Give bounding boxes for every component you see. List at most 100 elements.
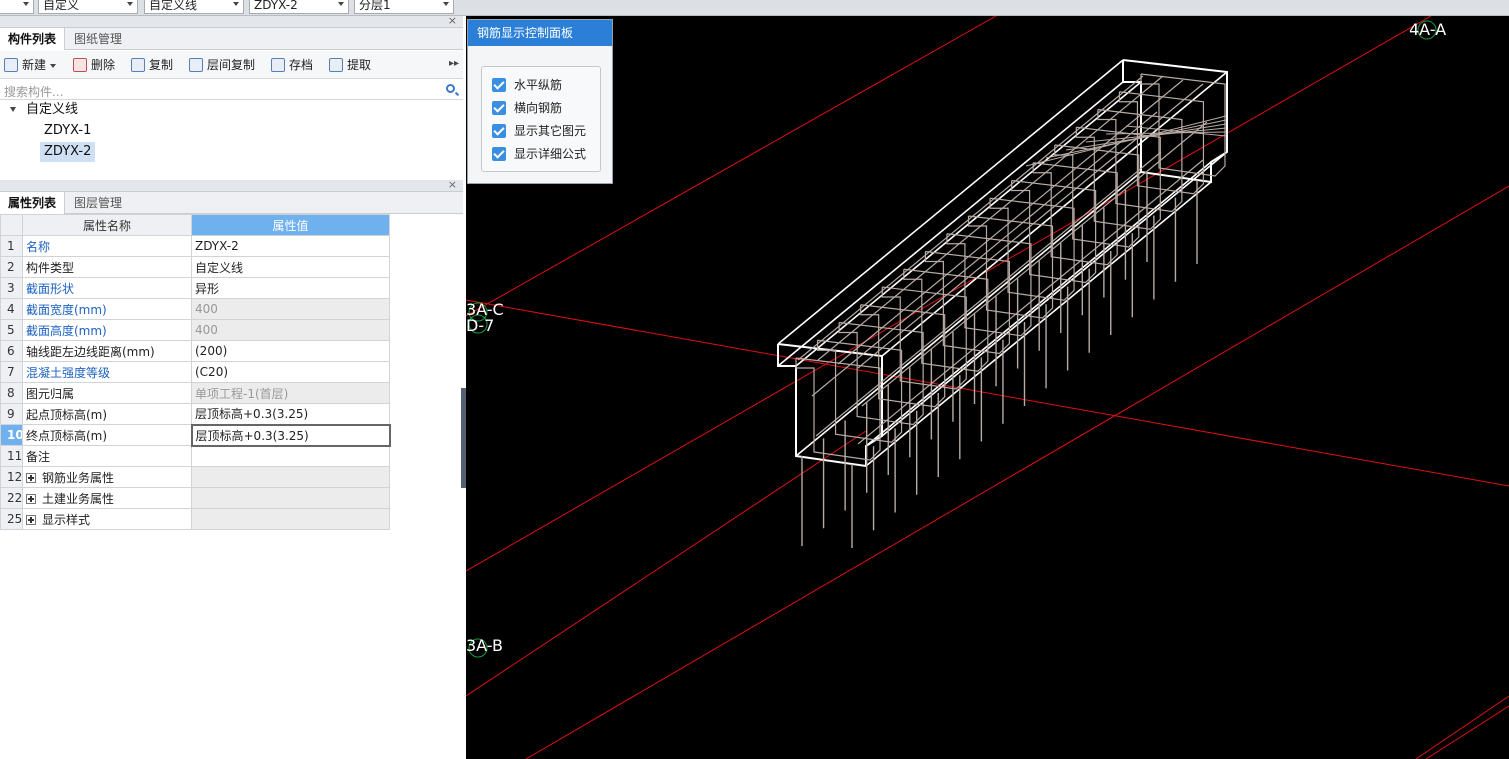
search-icon[interactable]	[446, 84, 455, 93]
property-value-editing[interactable]: 层顶标高+0.3(3.25)	[190, 423, 391, 447]
table-row[interactable]: 25 显示样式	[0, 508, 390, 530]
tab-component-list[interactable]: 构件列表	[0, 28, 66, 50]
table-row[interactable]: 5 截面高度(mm) 400	[0, 319, 390, 341]
more-icon[interactable]: ▸▸	[449, 58, 459, 69]
checkbox-checked-icon[interactable]	[492, 147, 506, 161]
checkbox-checked-icon[interactable]	[492, 78, 506, 92]
property-group[interactable]: 土建业务属性	[22, 487, 192, 509]
property-group-label: 钢筋业务属性	[42, 470, 115, 485]
table-row[interactable]: 11 备注	[0, 445, 390, 467]
close-icon[interactable]: ×	[448, 178, 457, 191]
delete-button[interactable]: 删除	[73, 57, 115, 73]
checkbox-show-detailed-formula[interactable]: 显示详细公式	[492, 145, 586, 163]
table-row[interactable]: 10 终点顶标高(m) 层顶标高+0.3(3.25)	[0, 423, 391, 447]
row-number: 25	[0, 508, 23, 530]
header-property-name[interactable]: 属性名称	[22, 214, 192, 236]
expand-plus-icon[interactable]	[26, 515, 36, 525]
property-name: 截面宽度(mm)	[22, 298, 192, 320]
copy-button-label: 复制	[149, 58, 174, 72]
combo-component[interactable]: ZDYX-2	[249, 0, 349, 14]
row-number: 22	[0, 487, 23, 509]
property-group-label: 显示样式	[42, 512, 91, 527]
extract-button[interactable]: 提取	[329, 57, 371, 73]
table-row[interactable]: 4 截面宽度(mm) 400	[0, 298, 390, 320]
property-value[interactable]: 层顶标高+0.3(3.25)	[191, 403, 390, 425]
checkbox-transverse-rebar[interactable]: 横向钢筋	[492, 99, 562, 117]
close-icon[interactable]: ×	[448, 14, 457, 27]
row-number: 9	[0, 403, 23, 425]
beam-edge	[881, 151, 1228, 437]
combo-type-label: 自定义线	[149, 0, 198, 12]
expand-triangle-icon[interactable]	[10, 107, 16, 112]
table-row[interactable]: 22 土建业务属性	[0, 487, 390, 509]
3d-viewport[interactable]: 4A-A 3A-C D-7 3A-B 钢筋显示控制面板 水平纵筋 横向钢筋 显示…	[466, 16, 1509, 759]
row-number: 7	[0, 361, 23, 383]
tab-drawing-management[interactable]: 图纸管理	[66, 28, 130, 50]
table-row[interactable]: 7 混凝土强度等级 (C20)	[0, 361, 390, 383]
component-search[interactable]: 搜索构件...	[0, 80, 463, 100]
property-value[interactable]: ZDYX-2	[191, 235, 390, 257]
checkbox-label: 水平纵筋	[514, 78, 563, 92]
header-property-value[interactable]: 属性值	[191, 214, 390, 236]
property-group[interactable]: 钢筋业务属性	[22, 466, 192, 488]
row-number: 6	[0, 340, 23, 362]
property-value: 单项工程-1(首层)	[191, 382, 390, 404]
expand-plus-icon[interactable]	[26, 494, 36, 504]
checkbox-horizontal-rebar[interactable]: 水平纵筋	[492, 76, 562, 94]
combo-layer[interactable]: 分层1	[354, 0, 454, 14]
checkbox-checked-icon[interactable]	[492, 124, 506, 138]
property-name: 截面形状	[22, 277, 192, 299]
property-name: 起点顶标高(m)	[22, 403, 192, 425]
tree-item-zdyx-2[interactable]: ZDYX-2	[40, 142, 96, 162]
table-row[interactable]: 6 轴线距左边线距离(mm) (200)	[0, 340, 390, 362]
table-row[interactable]: 9 起点顶标高(m) 层顶标高+0.3(3.25)	[0, 403, 390, 425]
new-button[interactable]: 新建	[4, 57, 57, 73]
combo-category[interactable]: 自定义	[38, 0, 138, 14]
property-value[interactable]: 异形	[191, 277, 390, 299]
property-name: 轴线距左边线距离(mm)	[22, 340, 192, 362]
table-row[interactable]: 1 名称 ZDYX-2	[0, 235, 390, 257]
property-group[interactable]: 显示样式	[22, 508, 192, 530]
property-value[interactable]	[191, 445, 390, 467]
tree-item-zdyx-1[interactable]: ZDYX-1	[40, 121, 95, 141]
property-value[interactable]: (200)	[191, 340, 390, 362]
checkbox-show-other-elements[interactable]: 显示其它图元	[492, 122, 586, 140]
combo-prev[interactable]	[0, 0, 34, 14]
row-number: 4	[0, 298, 23, 320]
property-name: 名称	[22, 235, 192, 257]
floor-copy-button[interactable]: 层间复制	[189, 57, 255, 73]
left-pane: × 构件列表 图纸管理 新建 删除 复制 层间复制 存档 提取 ▸▸ 搜索构件.…	[0, 14, 463, 759]
expand-plus-icon[interactable]	[26, 473, 36, 483]
property-grid: 属性名称 属性值 1 名称 ZDYX-2 2 构件类型 自定义线 3 截面形状 异形 4 截面…	[0, 214, 391, 530]
tab-layer-management[interactable]: 图层管理	[66, 192, 130, 214]
rebar-3d-scene[interactable]	[466, 16, 1509, 759]
delete-button-label: 删除	[91, 58, 116, 72]
search-placeholder: 搜索构件...	[4, 85, 64, 99]
property-value: 400	[191, 319, 390, 341]
top-toolbar: 自定义 自定义线 ZDYX-2 分层1	[0, 0, 1509, 16]
tab-property-list[interactable]: 属性列表	[0, 192, 66, 214]
table-row[interactable]: 3 截面形状 异形	[0, 277, 390, 299]
save-button[interactable]: 存档	[271, 57, 313, 73]
combo-type[interactable]: 自定义线	[144, 0, 244, 14]
checkbox-checked-icon[interactable]	[492, 101, 506, 115]
property-value[interactable]: (C20)	[191, 361, 390, 383]
table-row[interactable]: 12 钢筋业务属性	[0, 466, 390, 488]
row-number: 8	[0, 382, 23, 404]
axis-label-d-7: D-7	[466, 316, 495, 335]
property-value	[191, 466, 390, 488]
row-number: 12	[0, 466, 23, 488]
combo-layer-label: 分层1	[359, 0, 391, 12]
component-tabs: 构件列表 图纸管理	[0, 28, 463, 50]
table-row[interactable]: 2 构件类型 自定义线	[0, 256, 390, 278]
tree-root[interactable]: 自定义线	[22, 100, 82, 120]
extract-icon	[329, 58, 343, 72]
row-number: 3	[0, 277, 23, 299]
row-number: 2	[0, 256, 23, 278]
property-value[interactable]: 自定义线	[191, 256, 390, 278]
property-pane-header: ×	[0, 178, 463, 192]
combo-component-label: ZDYX-2	[254, 0, 298, 12]
table-row[interactable]: 8 图元归属 单项工程-1(首层)	[0, 382, 390, 404]
copy-icon	[131, 58, 145, 72]
copy-button[interactable]: 复制	[131, 57, 173, 73]
